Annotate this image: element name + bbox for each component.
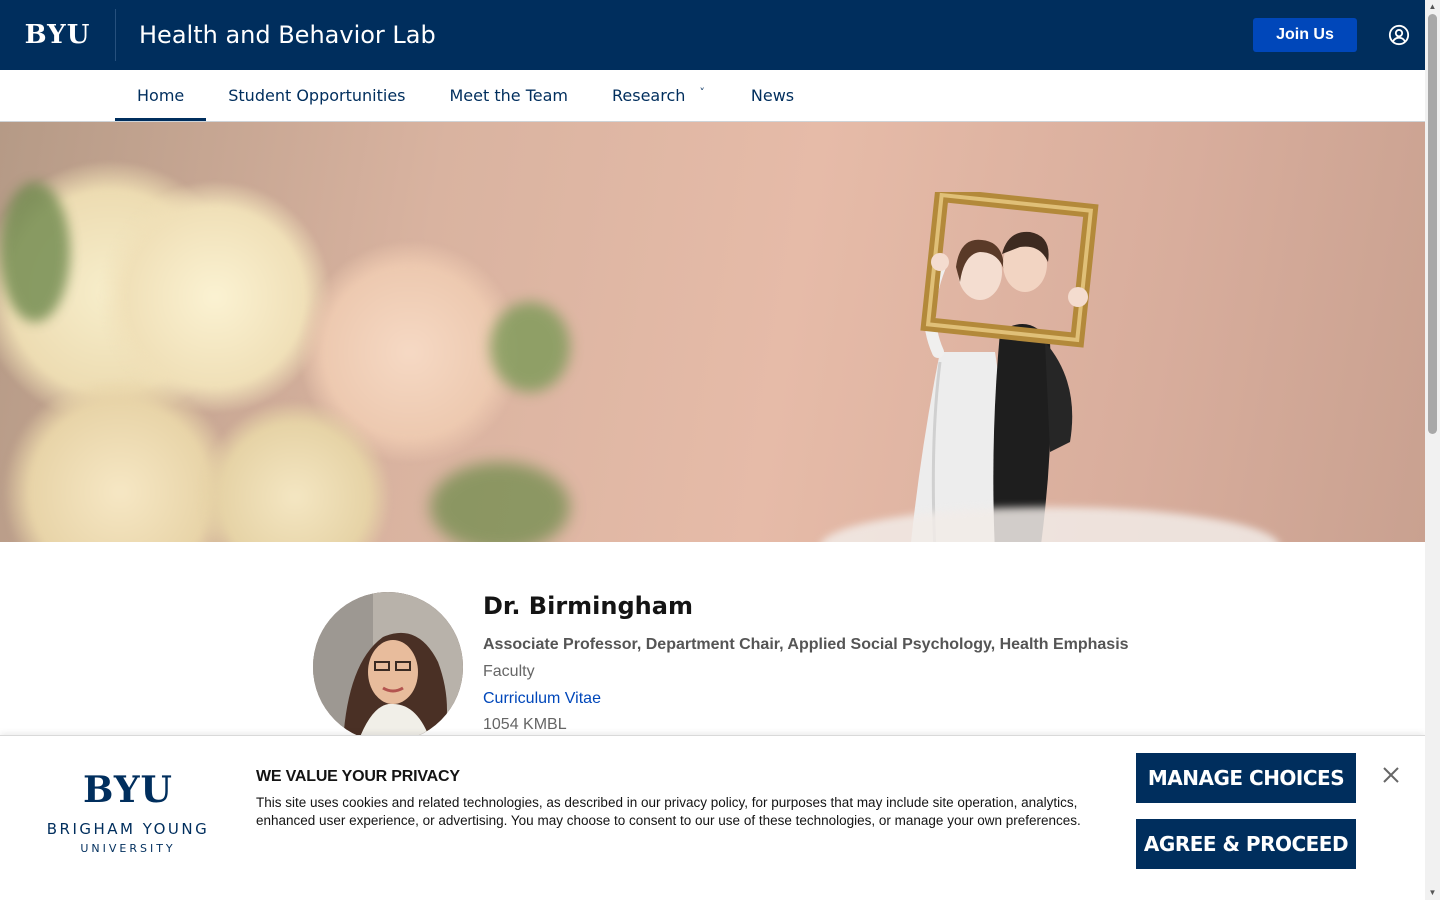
nav-item-label: Home — [137, 86, 185, 105]
byu-university-logo: BYU BRIGHAM YOUNG UNIVERSITY — [46, 770, 210, 855]
scroll-thumb[interactable] — [1428, 14, 1437, 434]
nav-item-label: News — [750, 86, 795, 105]
scrollbar[interactable]: ▲ ▼ — [1425, 0, 1440, 900]
profile-office: 1054 KMBL — [483, 716, 567, 733]
site-title[interactable]: Health and Behavior Lab — [139, 21, 436, 49]
nav-item-label: Meet the Team — [449, 86, 568, 105]
nav-item-home[interactable]: Home — [115, 70, 207, 121]
scroll-up-icon[interactable]: ▲ — [1428, 2, 1437, 12]
cookie-banner: BYU BRIGHAM YOUNG UNIVERSITY WE VALUE YO… — [0, 735, 1425, 900]
curriculum-vitae-link[interactable]: Curriculum Vitae — [483, 690, 601, 708]
close-icon[interactable] — [1380, 764, 1402, 786]
cake-topper-figures — [911, 192, 1099, 542]
byu-logo[interactable]: BYU — [0, 9, 116, 61]
leaf-shape — [490, 302, 570, 392]
nav-item-news[interactable]: News — [729, 70, 816, 121]
cookie-heading: WE VALUE YOUR PRIVACY — [256, 768, 460, 785]
nav-item-meet-the-team[interactable]: Meet the Team — [428, 70, 590, 121]
leaf-shape — [0, 182, 70, 322]
logo-mark: BYU — [83, 769, 173, 811]
chevron-down-icon[interactable]: ˅ — [699, 86, 705, 99]
hero-image — [0, 122, 1425, 542]
nav-item-research[interactable]: Research ˅ — [590, 70, 721, 121]
cookie-text: This site uses cookies and related techn… — [256, 795, 1081, 828]
nav-item-student-opportunities[interactable]: Student Opportunities — [206, 70, 427, 121]
logo-line-1: BRIGHAM YOUNG — [46, 820, 210, 838]
profile-title: Associate Professor, Department Chair, A… — [483, 636, 1129, 653]
manage-choices-button[interactable]: MANAGE CHOICES — [1136, 753, 1356, 803]
main-nav: Home Student Opportunities Meet the Team… — [0, 70, 1425, 122]
logo-line-2: UNIVERSITY — [80, 842, 176, 855]
scroll-down-icon[interactable]: ▼ — [1428, 888, 1437, 898]
site-header: BYU Health and Behavior Lab Join Us — [0, 0, 1425, 70]
join-us-button[interactable]: Join Us — [1253, 18, 1357, 52]
profile-avatar — [313, 592, 463, 742]
user-circle-icon[interactable] — [1387, 23, 1411, 47]
profile-photo — [313, 592, 463, 742]
rose-shape — [100, 182, 330, 412]
nav-item-label: Research — [611, 86, 686, 105]
profile-role: Faculty — [483, 663, 535, 680]
leaf-shape — [430, 462, 570, 542]
nav-item-label: Student Opportunities — [228, 86, 406, 105]
profile-name: Dr. Birmingham — [483, 592, 693, 620]
agree-proceed-button[interactable]: AGREE & PROCEED — [1136, 819, 1356, 869]
